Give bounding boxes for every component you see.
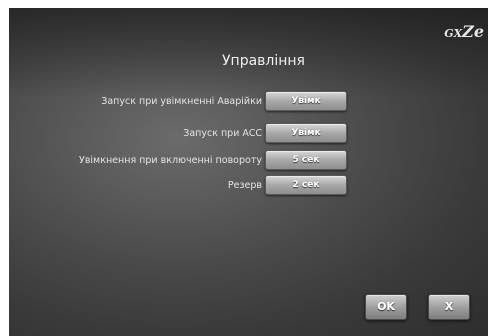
setting-row-hazard: Запуск при увімкненні Аварійки Увімк (9, 91, 488, 111)
setting-label: Резерв (227, 179, 262, 191)
acc-start-toggle[interactable]: Увімк (265, 123, 347, 143)
turn-signal-delay-button[interactable]: 5 сек (265, 150, 347, 170)
page-title: Управління (222, 53, 305, 69)
logo-mark: Ze (462, 22, 484, 41)
settings-screen: GXZe Управління Запуск при увімкненні Ав… (9, 8, 488, 336)
ok-button[interactable]: OK (365, 294, 407, 320)
setting-label: Увімкнення при включенні повороту (79, 154, 262, 166)
brand-logo: GXZe (444, 22, 484, 41)
hazard-start-toggle[interactable]: Увімк (265, 91, 347, 111)
reserve-delay-button[interactable]: 2 сек (265, 175, 347, 195)
setting-row-acc: Запуск при ACC Увімк (9, 123, 488, 143)
setting-label: Запуск при ACC (183, 127, 262, 139)
logo-prefix: GX (444, 27, 463, 40)
setting-row-turn: Увімкнення при включенні повороту 5 сек (9, 150, 488, 170)
setting-label: Запуск при увімкненні Аварійки (101, 95, 262, 107)
setting-row-reserve: Резерв 2 сек (9, 175, 488, 195)
close-button[interactable]: X (428, 294, 470, 320)
